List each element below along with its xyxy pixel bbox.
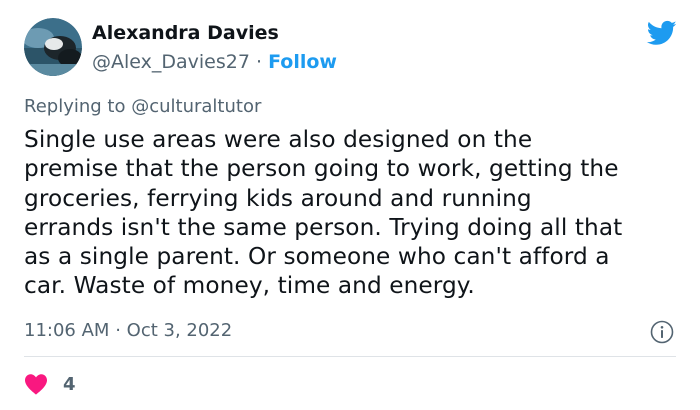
like-count: 4 xyxy=(63,373,76,395)
reply-mention-link[interactable]: @culturaltutor xyxy=(131,96,261,117)
author-name[interactable]: Alexandra Davies xyxy=(92,22,279,44)
divider xyxy=(24,356,676,357)
heart-icon xyxy=(25,374,47,395)
tweet-time: 11:06 AM xyxy=(24,320,110,341)
timestamp-separator: · xyxy=(115,320,121,341)
reply-prefix: Replying to xyxy=(24,96,126,117)
like-button[interactable]: 4 xyxy=(24,370,76,398)
tweet-date: Oct 3, 2022 xyxy=(126,320,233,341)
twitter-bird-icon[interactable] xyxy=(645,18,679,48)
avatar[interactable] xyxy=(24,18,82,76)
reply-context: Replying to @culturaltutor xyxy=(24,96,261,117)
author-handle[interactable]: @Alex_Davies27 xyxy=(92,51,250,73)
info-icon[interactable] xyxy=(650,320,674,344)
handle-separator: · xyxy=(255,51,263,73)
tweet-timestamp[interactable]: 11:06 AM · Oct 3, 2022 xyxy=(24,320,232,341)
follow-button[interactable]: Follow xyxy=(268,51,337,73)
tweet-text: Single use areas were also designed on t… xyxy=(24,126,623,300)
tweet-card: Alexandra Davies @Alex_Davies27 · Follow… xyxy=(0,0,700,410)
author-handle-line: @Alex_Davies27 · Follow xyxy=(92,51,337,73)
